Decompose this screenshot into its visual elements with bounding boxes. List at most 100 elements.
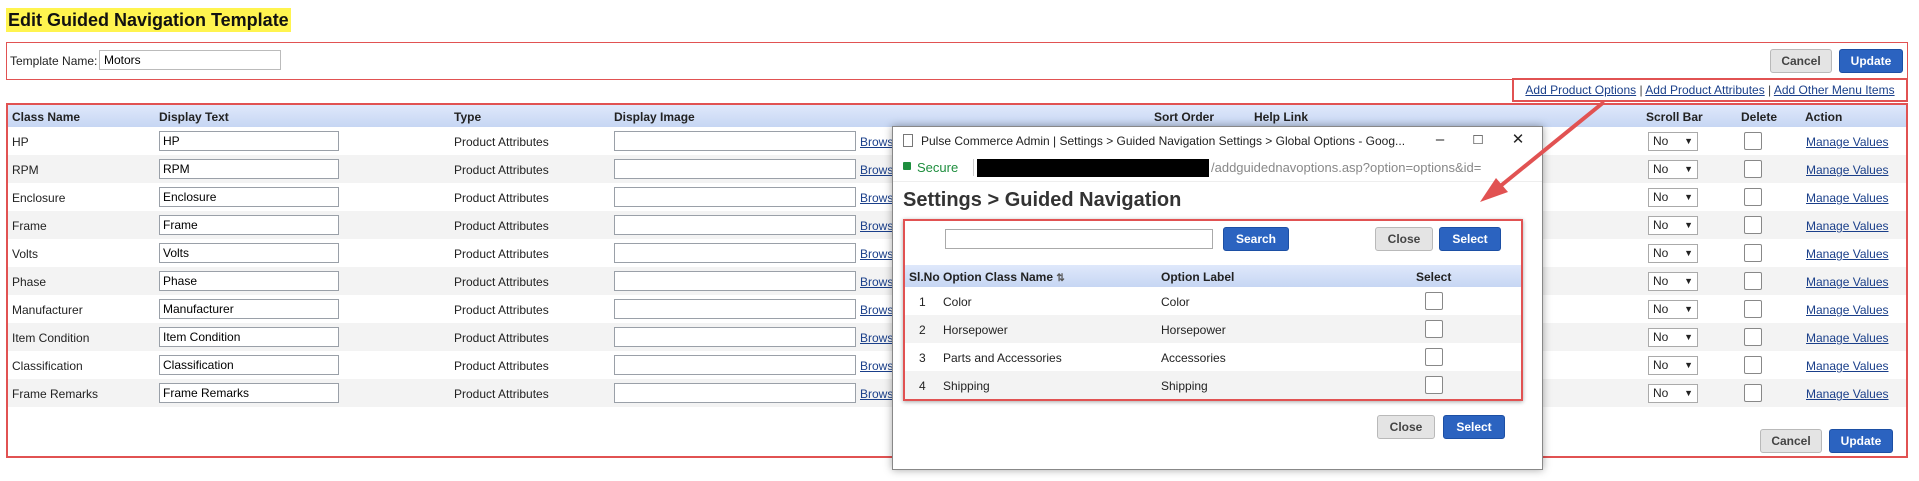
- search-input[interactable]: [945, 229, 1213, 249]
- manage-values-link[interactable]: Manage Values: [1806, 247, 1889, 261]
- option-select-checkbox[interactable]: [1425, 348, 1443, 366]
- scroll-bar-select[interactable]: No ▼: [1648, 300, 1698, 319]
- display-text-input[interactable]: [159, 271, 339, 291]
- option-select-checkbox[interactable]: [1425, 292, 1443, 310]
- option-select-checkbox[interactable]: [1425, 320, 1443, 338]
- scroll-bar-value: No: [1653, 358, 1669, 372]
- add-product-attributes-link[interactable]: Add Product Attributes: [1645, 83, 1764, 97]
- scroll-bar-select[interactable]: No ▼: [1648, 216, 1698, 235]
- option-label-cell: Horsepower: [1161, 323, 1226, 337]
- display-text-input[interactable]: [159, 355, 339, 375]
- display-text-input[interactable]: [159, 299, 339, 319]
- manage-values-link[interactable]: Manage Values: [1806, 303, 1889, 317]
- scroll-bar-value: No: [1653, 330, 1669, 344]
- close-button[interactable]: Close: [1375, 227, 1433, 251]
- display-image-input[interactable]: [614, 215, 856, 235]
- display-image-input[interactable]: [614, 187, 856, 207]
- minimize-icon[interactable]: –: [1427, 130, 1453, 150]
- close-icon[interactable]: ✕: [1505, 130, 1531, 150]
- type-cell: Product Attributes: [454, 387, 549, 401]
- col-delete: Delete: [1741, 110, 1778, 124]
- col-option-label: Option Label: [1161, 270, 1235, 284]
- display-image-input[interactable]: [614, 383, 856, 403]
- cancel-button-bottom[interactable]: Cancel: [1760, 429, 1822, 453]
- display-image-input[interactable]: [614, 327, 856, 347]
- display-text-input[interactable]: [159, 215, 339, 235]
- address-divider: [973, 159, 974, 176]
- scroll-bar-value: No: [1653, 134, 1669, 148]
- scroll-bar-select[interactable]: No ▼: [1648, 160, 1698, 179]
- col-option-class-name[interactable]: Option Class Name ⇅: [943, 270, 1065, 284]
- update-button-bottom[interactable]: Update: [1829, 429, 1893, 453]
- footer-select-button[interactable]: Select: [1443, 415, 1505, 439]
- scroll-bar-select[interactable]: No ▼: [1648, 384, 1698, 403]
- manage-values-link[interactable]: Manage Values: [1806, 163, 1889, 177]
- display-image-input[interactable]: [614, 159, 856, 179]
- display-text-input[interactable]: [159, 383, 339, 403]
- manage-values-link[interactable]: Manage Values: [1806, 135, 1889, 149]
- delete-checkbox[interactable]: [1744, 300, 1762, 318]
- maximize-icon[interactable]: □: [1465, 130, 1491, 150]
- sort-icon: ⇅: [1056, 273, 1065, 284]
- add-product-options-link[interactable]: Add Product Options: [1525, 83, 1636, 97]
- add-other-menu-items-link[interactable]: Add Other Menu Items: [1774, 83, 1895, 97]
- search-button[interactable]: Search: [1223, 227, 1289, 251]
- display-text-input[interactable]: [159, 187, 339, 207]
- template-name-input[interactable]: [99, 50, 281, 70]
- address-bar[interactable]: Secure /addguidednavoptions.asp?option=o…: [893, 155, 1542, 182]
- delete-checkbox[interactable]: [1744, 244, 1762, 262]
- manage-values-link[interactable]: Manage Values: [1806, 275, 1889, 289]
- delete-checkbox[interactable]: [1744, 384, 1762, 402]
- display-image-input[interactable]: [614, 243, 856, 263]
- scroll-bar-select[interactable]: No ▼: [1648, 188, 1698, 207]
- delete-checkbox[interactable]: [1744, 188, 1762, 206]
- sl-no-cell: 4: [919, 379, 926, 393]
- option-class-name-cell: Horsepower: [943, 323, 1008, 337]
- display-image-input[interactable]: [614, 271, 856, 291]
- display-image-input[interactable]: [614, 299, 856, 319]
- manage-values-link[interactable]: Manage Values: [1806, 219, 1889, 233]
- footer-close-button[interactable]: Close: [1377, 415, 1435, 439]
- cancel-button[interactable]: Cancel: [1770, 49, 1832, 73]
- lock-icon: [903, 162, 911, 170]
- caret-down-icon: ▼: [1684, 164, 1693, 174]
- scroll-bar-select[interactable]: No ▼: [1648, 272, 1698, 291]
- manage-values-link[interactable]: Manage Values: [1806, 191, 1889, 205]
- display-text-input[interactable]: [159, 243, 339, 263]
- delete-checkbox[interactable]: [1744, 160, 1762, 178]
- option-select-checkbox[interactable]: [1425, 376, 1443, 394]
- scroll-bar-select[interactable]: No ▼: [1648, 244, 1698, 263]
- option-label-cell: Color: [1161, 295, 1190, 309]
- option-label-cell: Shipping: [1161, 379, 1208, 393]
- type-cell: Product Attributes: [454, 135, 549, 149]
- col-display-text: Display Text: [159, 110, 229, 124]
- delete-checkbox[interactable]: [1744, 356, 1762, 374]
- display-text-input[interactable]: [159, 131, 339, 151]
- delete-checkbox[interactable]: [1744, 272, 1762, 290]
- type-cell: Product Attributes: [454, 219, 549, 233]
- delete-checkbox[interactable]: [1744, 216, 1762, 234]
- col-sl-no: Sl.No: [909, 270, 940, 284]
- delete-checkbox[interactable]: [1744, 328, 1762, 346]
- select-button[interactable]: Select: [1439, 227, 1501, 251]
- template-name-label: Template Name:: [10, 54, 98, 68]
- link-separator: |: [1639, 83, 1643, 97]
- scroll-bar-select[interactable]: No ▼: [1648, 328, 1698, 347]
- scroll-bar-value: No: [1653, 218, 1669, 232]
- col-display-image: Display Image: [614, 110, 695, 124]
- display-image-input[interactable]: [614, 131, 856, 151]
- caret-down-icon: ▼: [1684, 276, 1693, 286]
- type-cell: Product Attributes: [454, 191, 549, 205]
- display-image-input[interactable]: [614, 355, 856, 375]
- manage-values-link[interactable]: Manage Values: [1806, 359, 1889, 373]
- manage-values-link[interactable]: Manage Values: [1806, 387, 1889, 401]
- class-name-cell: Frame Remarks: [12, 387, 99, 401]
- delete-checkbox[interactable]: [1744, 132, 1762, 150]
- scroll-bar-select[interactable]: No ▼: [1648, 132, 1698, 151]
- scroll-bar-select[interactable]: No ▼: [1648, 356, 1698, 375]
- display-text-input[interactable]: [159, 327, 339, 347]
- manage-values-link[interactable]: Manage Values: [1806, 331, 1889, 345]
- template-form: Template Name: Cancel Update: [6, 42, 1908, 80]
- update-button[interactable]: Update: [1839, 49, 1903, 73]
- display-text-input[interactable]: [159, 159, 339, 179]
